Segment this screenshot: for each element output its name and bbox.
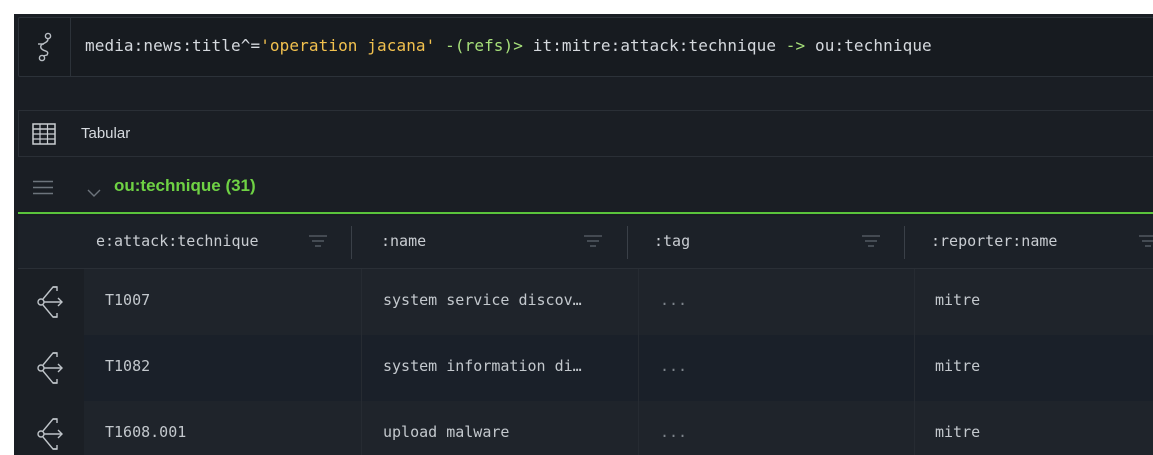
query-token-string: 'operation jacana' (260, 36, 436, 55)
row-divider (914, 401, 915, 455)
query-token: ou:technique (815, 36, 932, 55)
result-group-header: ou:technique (31) (18, 160, 1153, 214)
query-text[interactable]: media:news:title^='operation jacana' -(r… (85, 36, 932, 55)
page-margin-left (0, 0, 14, 455)
cell-name[interactable]: system information di… (383, 357, 582, 375)
column-resize-handle[interactable] (627, 226, 628, 259)
column-header-label: :name (381, 232, 427, 250)
cell-reporter-name[interactable]: mitre (935, 423, 980, 441)
column-header-label: e:attack:technique (96, 232, 259, 250)
chevron-down-icon[interactable] (87, 183, 101, 202)
column-resize-handle[interactable] (904, 226, 905, 259)
column-header-tag[interactable]: :tag (639, 216, 907, 268)
group-title[interactable]: ou:technique (31) (114, 176, 256, 196)
table-row[interactable]: T1082 system information di… ... mitre (18, 335, 1153, 401)
page-margin-top (0, 0, 1153, 14)
filter-icon[interactable] (861, 234, 881, 252)
row-divider (361, 269, 362, 335)
cell-tag[interactable]: ... (660, 423, 687, 441)
table-row[interactable]: T1608.001 upload malware ... mitre (18, 401, 1153, 455)
cell-tag[interactable]: ... (660, 291, 687, 309)
table-header-row: e:attack:technique :name :tag :reporter:… (18, 216, 1153, 269)
row-divider (361, 401, 362, 455)
column-resize-handle[interactable] (351, 226, 352, 259)
query-token-pivot: -> (776, 36, 815, 55)
storm-query-bar[interactable]: media:news:title^='operation jacana' -(r… (18, 17, 1153, 77)
row-divider (638, 401, 639, 455)
column-header-technique[interactable]: e:attack:technique (86, 216, 360, 268)
view-mode-bar: Tabular (18, 110, 1153, 157)
view-mode-label[interactable]: Tabular (81, 125, 130, 142)
filter-icon[interactable] (583, 234, 603, 252)
query-token-pivot: -(refs)> (435, 36, 533, 55)
storm-results-pane: media:news:title^='operation jacana' -(r… (0, 0, 1153, 455)
query-node-icon (19, 18, 71, 76)
cell-reporter-name[interactable]: mitre (935, 291, 980, 309)
column-header-reporter-name[interactable]: :reporter:name (916, 216, 1153, 268)
cell-technique[interactable]: T1082 (105, 357, 150, 375)
hamburger-menu-icon[interactable] (33, 180, 53, 199)
query-token: media:news:title^= (85, 36, 261, 55)
cell-tag[interactable]: ... (660, 357, 687, 375)
cell-reporter-name[interactable]: mitre (935, 357, 980, 375)
pivot-icon[interactable] (18, 269, 84, 335)
row-divider (914, 335, 915, 401)
row-divider (638, 335, 639, 401)
filter-icon[interactable] (308, 234, 328, 252)
cell-technique[interactable]: T1608.001 (105, 423, 186, 441)
column-header-label: :reporter:name (931, 232, 1058, 250)
table-icon[interactable] (32, 123, 56, 149)
table-row[interactable]: T1007 system service discov… ... mitre (18, 269, 1153, 335)
column-header-name[interactable]: :name (363, 216, 628, 268)
row-divider (914, 269, 915, 335)
pivot-icon[interactable] (18, 401, 84, 455)
row-divider (361, 335, 362, 401)
cell-technique[interactable]: T1007 (105, 291, 150, 309)
cell-name[interactable]: upload malware (383, 423, 509, 441)
query-token: it:mitre:attack:technique (532, 36, 777, 55)
filter-icon[interactable] (1138, 234, 1153, 252)
row-divider (638, 269, 639, 335)
pivot-icon[interactable] (18, 335, 84, 401)
cell-name[interactable]: system service discov… (383, 291, 582, 309)
column-header-label: :tag (654, 232, 691, 250)
